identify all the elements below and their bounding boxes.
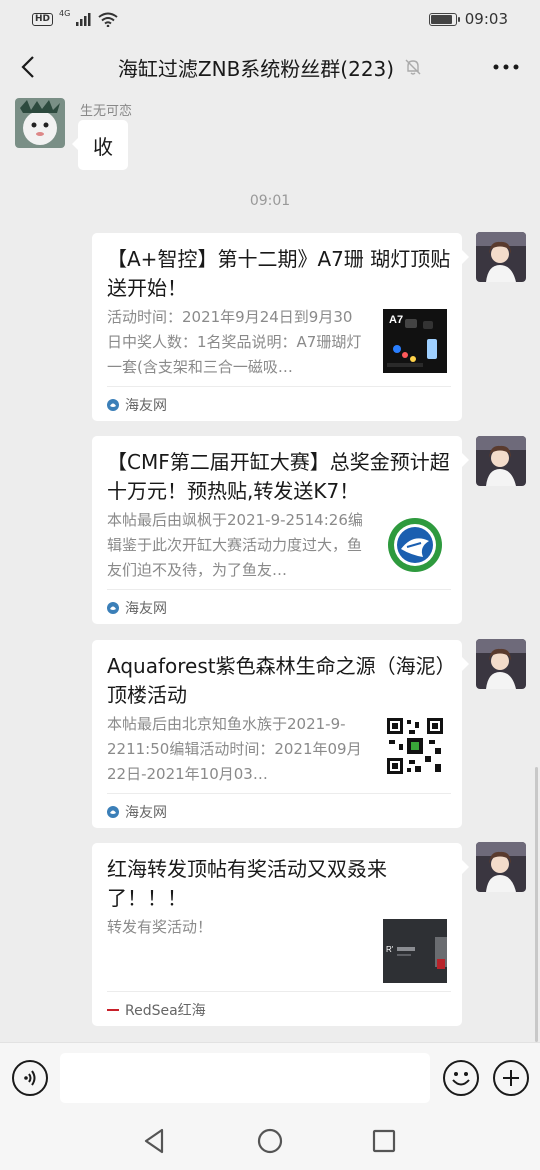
card-divider [107, 793, 451, 794]
status-left: HD 4G [32, 8, 118, 27]
bell-off-icon [405, 59, 421, 75]
thumbnail-image: A7 [383, 309, 447, 373]
plus-button[interactable] [493, 1060, 529, 1096]
voice-icon [24, 1070, 36, 1086]
card-source: 海友网 [107, 802, 167, 822]
card-thumbnail [383, 513, 447, 577]
chat-area[interactable]: 生无可恋 收 09:01 【A+智控】第十二期》A7珊 瑚灯顶贴送开始！ 活动时… [0, 96, 540, 1042]
card-divider [107, 991, 451, 992]
card-description: 本帖最后由飒枫于2021-9-2514:26编辑鉴于此次开缸大赛活动力度过大，鱼… [107, 511, 363, 579]
avatar-sender-1[interactable] [15, 98, 65, 148]
status-time: 09:03 [464, 10, 508, 28]
thumbnail-image [383, 513, 447, 577]
status-bar: HD 4G 09:03 [0, 0, 540, 38]
card-source-label: RedSea红海 [125, 1003, 206, 1019]
haiyou-logo-icon [107, 806, 119, 818]
status-right: 09:03 [428, 10, 508, 28]
link-card[interactable]: 【CMF第二届开缸大赛】总奖金预计超十万元！预热贴,转发送K7！ 本帖最后由飒枫… [92, 436, 469, 624]
card-title: 【A+智控】第十二期》A7珊 瑚灯顶贴送开始！ [107, 247, 451, 300]
nav-back-triangle-icon [144, 1128, 164, 1154]
qr-code-image [385, 716, 445, 776]
redsea-logo-icon [107, 1007, 119, 1013]
card-source-label: 海友网 [125, 398, 167, 414]
card-source: 海友网 [107, 598, 167, 618]
card-divider [107, 386, 451, 387]
avatar-self[interactable] [476, 639, 526, 689]
avatar-image [476, 436, 526, 486]
card-description: 活动时间：2021年9月24日到9月30日中奖人数：1名奖品说明：A7珊瑚灯一套… [107, 308, 362, 376]
more-button[interactable] [486, 50, 526, 84]
message-text: 收 [93, 134, 113, 159]
haiyou-logo-icon [107, 399, 119, 411]
sender-name: 生无可恋 [80, 104, 133, 119]
avatar-image [476, 639, 526, 689]
avatar-self[interactable] [476, 436, 526, 486]
chat-scrollbar[interactable] [535, 767, 538, 1042]
card-thumbnail: R' [383, 919, 447, 983]
emoji-icon [452, 1072, 470, 1086]
avatar-image [15, 98, 65, 148]
nav-recent-square-icon [372, 1129, 396, 1153]
network-type-label: 4G [59, 8, 71, 18]
thumb-label: A7 [389, 314, 403, 326]
card-source-label: 海友网 [125, 601, 167, 617]
link-card[interactable]: 红海转发顶帖有奖活动又双叒来了！！！ 转发有奖活动！ R' RedSea红海 [92, 843, 469, 1026]
nav-back-button[interactable] [140, 1126, 170, 1156]
thumbnail-image: R' [383, 919, 447, 983]
voice-button[interactable] [12, 1060, 48, 1096]
link-card[interactable]: 【A+智控】第十二期》A7珊 瑚灯顶贴送开始！ 活动时间：2021年9月24日到… [92, 233, 469, 421]
card-source: 海友网 [107, 395, 167, 415]
nav-home-circle-icon [257, 1128, 283, 1154]
link-card[interactable]: Aquaforest紫色森林生命之源（海泥）顶楼活动 本帖最后由北京知鱼水族于2… [92, 640, 469, 828]
card-title: Aquaforest紫色森林生命之源（海泥）顶楼活动 [107, 654, 446, 707]
plus-icon [503, 1070, 519, 1086]
card-divider [107, 589, 451, 590]
message-input[interactable] [60, 1053, 430, 1103]
chat-title: 海缸过滤ZNB系统粉丝群(223) [117, 56, 395, 81]
avatar-self[interactable] [476, 232, 526, 282]
system-nav-bar [0, 1112, 540, 1170]
card-source-label: 海友网 [125, 805, 167, 821]
card-title: 【CMF第二届开缸大赛】总奖金预计超十万元！预热贴,转发送K7！ [107, 450, 450, 503]
hd-badge: HD [32, 12, 54, 26]
more-dots-icon [493, 64, 519, 70]
battery-icon [428, 12, 460, 26]
text-message-bubble[interactable]: 收 [72, 120, 128, 170]
card-title: 红海转发顶帖有奖活动又双叒来了！！！ [107, 857, 387, 910]
nav-recent-button[interactable] [369, 1126, 399, 1156]
chevron-left-icon [21, 56, 34, 78]
card-thumbnail: A7 [383, 309, 447, 373]
card-description: 转发有奖活动！ [107, 918, 213, 936]
avatar-self[interactable] [476, 842, 526, 892]
nav-home-button[interactable] [255, 1126, 285, 1156]
title-bar: 海缸过滤ZNB系统粉丝群(223) [0, 38, 540, 96]
emoji-button[interactable] [443, 1060, 479, 1096]
avatar-image [476, 232, 526, 282]
battery-fill [430, 14, 453, 24]
input-bar [0, 1042, 540, 1112]
thumb-label: R' [386, 945, 394, 954]
back-button[interactable] [10, 48, 46, 86]
card-source: RedSea红海 [107, 1000, 206, 1020]
haiyou-logo-icon [107, 602, 119, 614]
message-timestamp: 09:01 [249, 193, 291, 209]
signal-icon [76, 12, 91, 26]
card-description: 本帖最后由北京知鱼水族于2021-9-2211:50编辑活动时间：2021年09… [107, 715, 362, 783]
wifi-icon [98, 12, 118, 27]
avatar-image [476, 842, 526, 892]
card-thumbnail [385, 716, 445, 776]
